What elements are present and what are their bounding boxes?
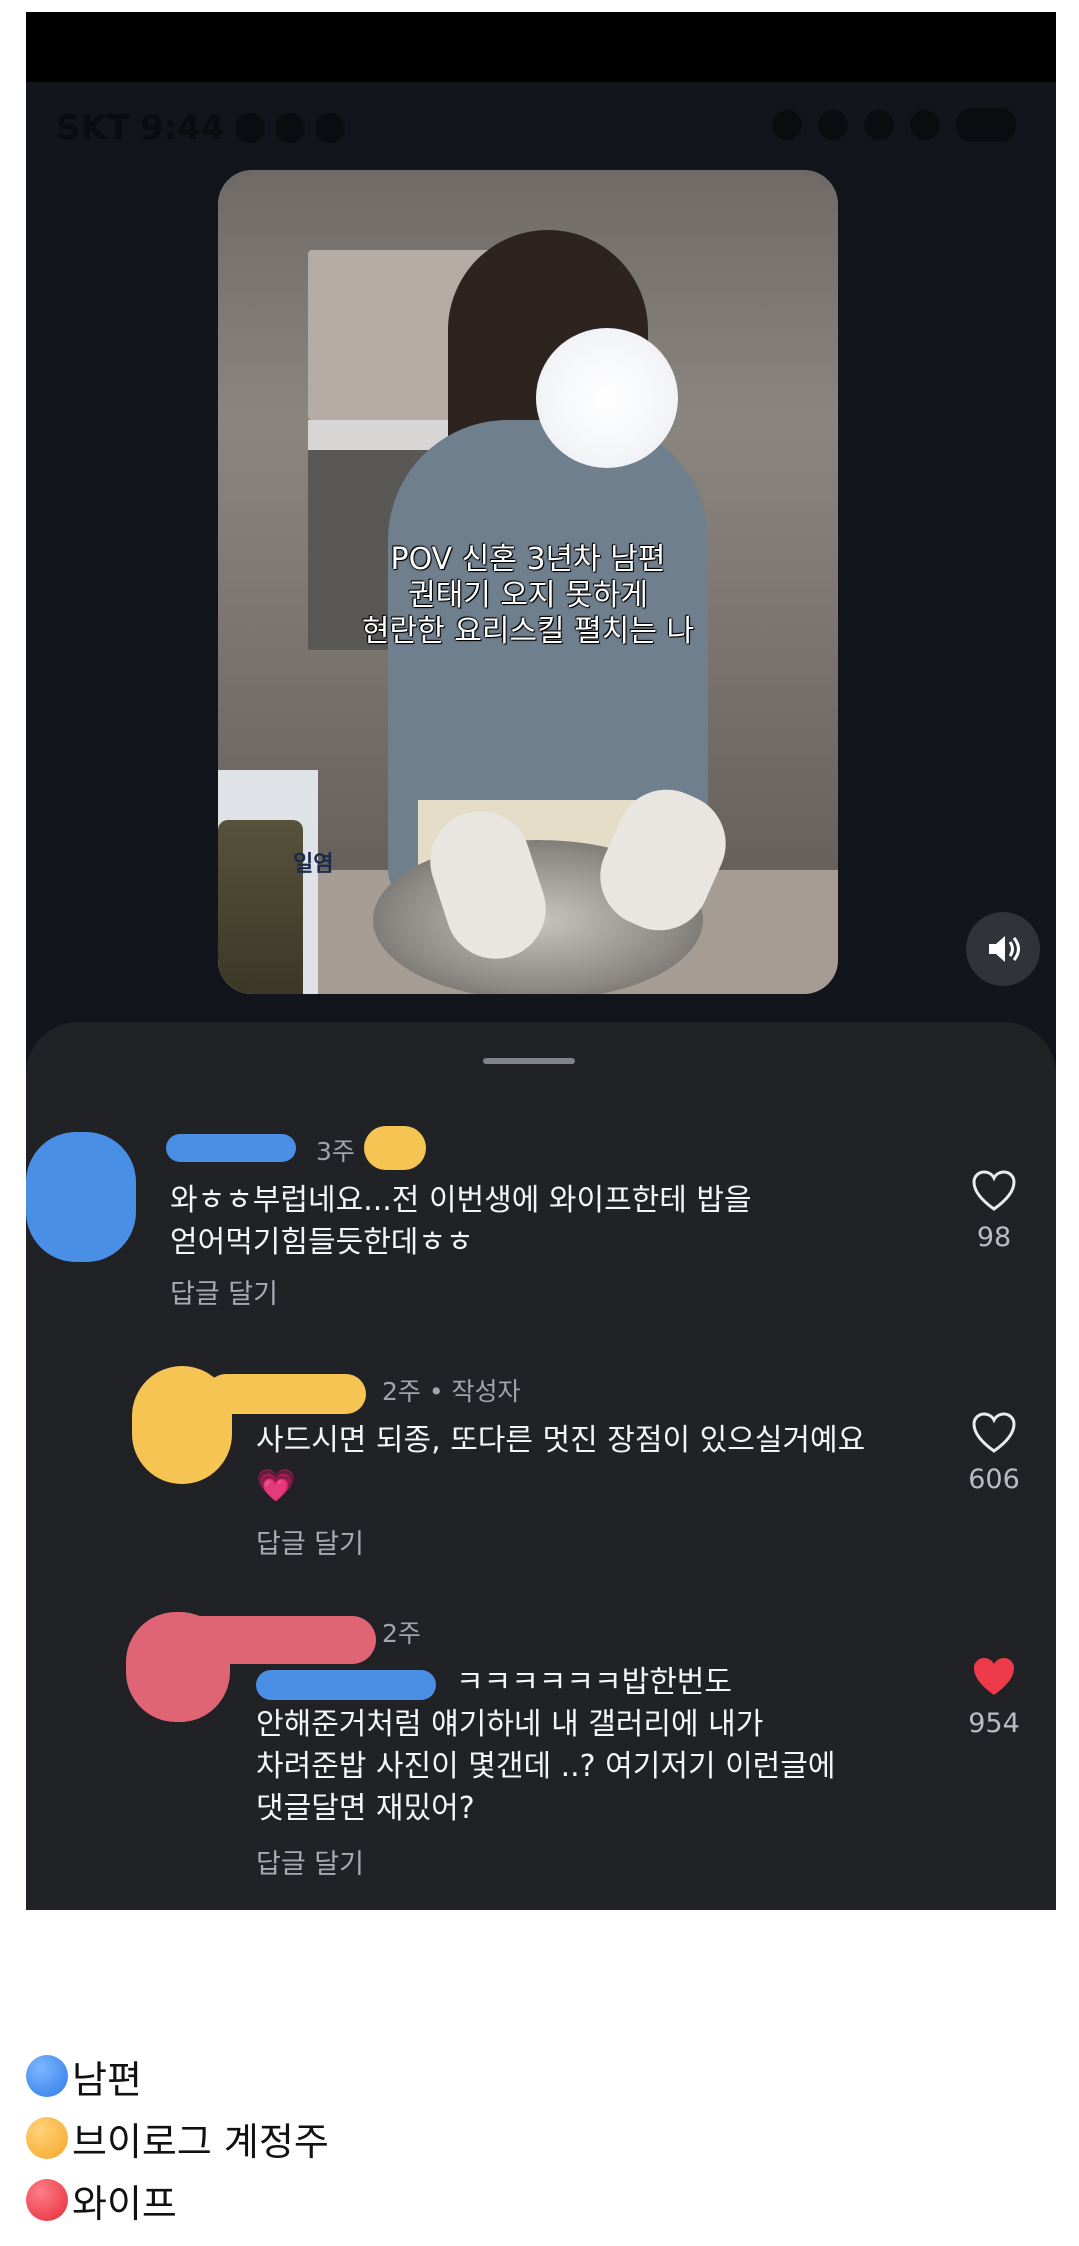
red-circle-icon (26, 2179, 68, 2221)
comment-body-line1: ㅋㅋㅋㅋㅋㅋ밥한번도 (456, 1665, 732, 1700)
mention-redaction (256, 1670, 436, 1700)
heart-outline-icon (972, 1170, 1016, 1211)
bag-label: 일염 (293, 852, 334, 877)
comment-body: 사드시면 되종, 또다른 멋진 장점이 있으실거예요 (256, 1423, 866, 1458)
comment-body: 와ㅎㅎ부럽네요...전 이번생에 와이프한테 밥을 얻어먹기힘들듯한데ㅎㅎ (170, 1183, 752, 1260)
username-redaction (166, 1134, 296, 1162)
sticker-redaction (364, 1126, 426, 1170)
orange-circle-icon (26, 2117, 68, 2159)
comment-1: 3주 와ㅎㅎ부럽네요...전 이번생에 와이프한테 밥을 얻어먹기힘들듯한데ㅎㅎ… (26, 1022, 1056, 1310)
top-black-bar (26, 12, 1056, 82)
username-redaction (176, 1616, 376, 1664)
legend-label: 남편 (72, 2057, 142, 2102)
video-player[interactable]: 일염 POV 신혼 3년차 남편 권태기 오지 못하게 현란한 요리스킬 펼치는… (218, 170, 838, 994)
blue-circle-icon (26, 2055, 68, 2097)
5g-icon (864, 110, 894, 140)
like-button[interactable]: 954 (959, 1656, 1029, 1739)
legend-label: 브이로그 계정주 (72, 2119, 329, 2164)
like-count: 954 (968, 1708, 1020, 1739)
username-redaction (206, 1374, 366, 1414)
dnd-icon (772, 110, 802, 140)
video-bottle (218, 820, 303, 994)
legend-row: 남편 (26, 2045, 626, 2107)
clock: 9:44 (140, 108, 225, 148)
reply-button[interactable]: 답글 달기 (256, 1842, 364, 1881)
like-button[interactable]: 606 (959, 1412, 1029, 1495)
comment-2: 2주 • 작성자 사드시면 되종, 또다른 멋진 장점이 있으실거예요 💗 답글… (26, 1262, 1056, 1560)
comment-3: 2주 ㅋㅋㅋㅋㅋㅋ밥한번도 안해준거처럼 얘기하네 내 갤러리에 내가 차려준밥… (26, 1502, 1056, 1902)
comments-sheet: 3주 와ㅎㅎ부럽네요...전 이번생에 와이프한테 밥을 얻어먹기힘들듯한데ㅎㅎ… (26, 1022, 1056, 1910)
battery-icon (956, 108, 1016, 142)
page-canvas: SKT 9:44 일염 POV 신혼 3년차 남편 권태기 오지 못하게 현란한… (0, 0, 1079, 2246)
legend-row: 브이로그 계정주 (26, 2107, 626, 2169)
comment-time: 2주 • 작성자 (382, 1377, 521, 1406)
video-caption: POV 신혼 3년차 남편 권태기 오지 못하게 현란한 요리스킬 펼치는 나 (218, 542, 838, 650)
heart-emoji: 💗 (256, 1466, 296, 1504)
like-button[interactable]: 98 (959, 1170, 1029, 1253)
signal-icon (910, 110, 940, 140)
legend: 남편 브이로그 계정주 와이프 (26, 2045, 626, 2231)
legend-row: 와이프 (26, 2169, 626, 2231)
avatar-redaction (26, 1132, 136, 1262)
notification-icon (274, 113, 305, 143)
face-blur (536, 328, 678, 468)
comment-time: 2주 (382, 1619, 421, 1648)
legend-label: 와이프 (72, 2181, 177, 2226)
sound-toggle-button[interactable] (966, 912, 1040, 986)
caption-line: 권태기 오지 못하게 (408, 578, 648, 613)
like-count: 98 (976, 1222, 1012, 1253)
carrier-label: SKT (56, 108, 131, 148)
like-count: 606 (968, 1464, 1020, 1495)
caption-line: 현란한 요리스킬 펼치는 나 (361, 614, 695, 649)
heart-outline-icon (972, 1412, 1016, 1453)
speaker-icon (989, 936, 1020, 962)
phone-screenshot: SKT 9:44 일염 POV 신혼 3년차 남편 권태기 오지 못하게 현란한… (26, 12, 1056, 1910)
comment-time: 3주 (316, 1137, 355, 1166)
heart-filled-icon (974, 1658, 1014, 1695)
status-bar: SKT 9:44 (26, 108, 1056, 158)
screen-record-icon (234, 113, 265, 143)
caption-line: POV 신혼 3년차 남편 (390, 542, 666, 577)
chat-icon (314, 113, 345, 143)
wifi-icon (818, 110, 848, 140)
comment-body: 안해준거처럼 얘기하네 내 갤러리에 내가 차려준밥 사진이 몇갠데 ..? 여… (256, 1707, 836, 1826)
